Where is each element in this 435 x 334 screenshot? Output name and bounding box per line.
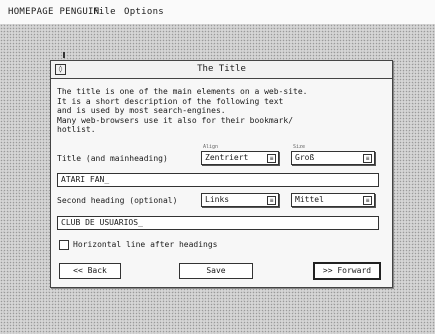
menu-bar: HOMEPAGE PENGUIN File Options: [0, 0, 435, 24]
chevron-down-icon[interactable]: ≡: [267, 196, 276, 205]
title-align-select[interactable]: Zentriert ≡: [201, 151, 279, 165]
window-titlebar[interactable]: ◊ The Title: [51, 61, 392, 79]
second-size-select[interactable]: Mittel ≡: [291, 193, 375, 207]
menu-options[interactable]: Options: [124, 7, 164, 17]
title-align-value: Zentriert: [205, 153, 249, 162]
menu-file[interactable]: File: [93, 7, 116, 17]
size-caption: Size: [293, 144, 306, 150]
save-button[interactable]: Save: [179, 263, 253, 279]
title-dialog: ◊ The Title The title is one of the main…: [50, 60, 393, 288]
window-title: The Title: [197, 64, 246, 74]
second-align-select[interactable]: Links ≡: [201, 193, 279, 207]
title-input-value: ATARI FAN_: [61, 175, 110, 184]
back-button[interactable]: << Back: [59, 263, 121, 279]
second-size-value: Mittel: [295, 195, 324, 204]
forward-button[interactable]: >> Forward: [313, 262, 381, 280]
chevron-down-icon[interactable]: ≡: [363, 154, 372, 163]
second-heading-label: Second heading (optional): [57, 196, 178, 205]
horizontal-line-checkbox[interactable]: [59, 240, 69, 250]
chevron-down-icon[interactable]: ≡: [267, 154, 276, 163]
second-heading-input[interactable]: CLUB DE USUARIOS_: [57, 216, 379, 230]
description-text: The title is one of the main elements on…: [57, 87, 308, 134]
horizontal-line-label[interactable]: Horizontal line after headings: [73, 240, 218, 249]
title-input[interactable]: ATARI FAN_: [57, 173, 379, 187]
align-caption: Align: [203, 144, 219, 150]
menu-app[interactable]: HOMEPAGE PENGUIN: [8, 7, 100, 17]
second-align-value: Links: [205, 195, 230, 204]
mouse-pointer-icon: [63, 52, 65, 58]
title-size-select[interactable]: Groß ≡: [291, 151, 375, 165]
title-label: Title (and mainheading): [57, 154, 168, 163]
second-heading-value: CLUB DE USUARIOS_: [61, 218, 143, 227]
title-size-value: Groß: [295, 153, 315, 162]
chevron-down-icon[interactable]: ≡: [363, 196, 372, 205]
